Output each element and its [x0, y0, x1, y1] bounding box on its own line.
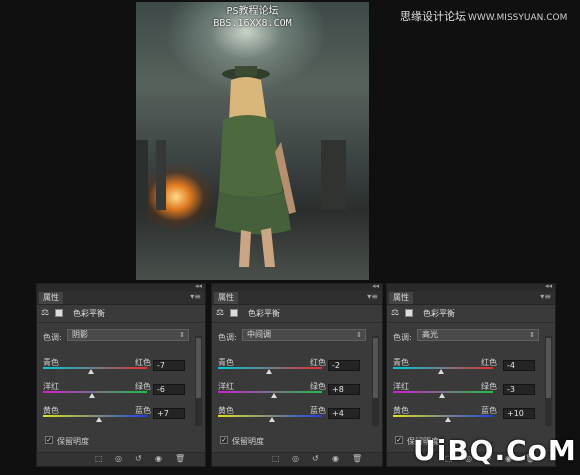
properties-panel-shadows: ◂◂ 属性 ▾≡ ⚖ 色彩平衡 色调: 阴影 ⇕ 青色 红色 -7 洋红 绿色 …	[36, 282, 206, 467]
chevron-updown-icon: ⇕	[179, 331, 185, 339]
properties-panel-midtones: ◂◂ 属性 ▾≡ ⚖ 色彩平衡 色调: 中间调 ⇕ 青色 红色 -2 洋红 绿色…	[211, 282, 383, 467]
collapse-icon[interactable]: ◂◂	[195, 282, 202, 290]
collapse-icon[interactable]: ◂◂	[545, 282, 552, 290]
tone-select[interactable]: 中间调 ⇕	[242, 329, 366, 341]
view-previous-icon[interactable]: ◎	[115, 454, 122, 463]
collapse-icon[interactable]: ◂◂	[372, 282, 379, 290]
tone-select-value: 阴影	[72, 330, 88, 339]
scrollbar-thumb[interactable]	[196, 338, 201, 398]
top-watermark-text: 思缘设计论坛	[400, 10, 466, 23]
slider-handle[interactable]	[269, 417, 276, 422]
scrollbar-thumb[interactable]	[546, 338, 551, 398]
artwork-watermark-line1: PS教程论坛	[226, 6, 279, 17]
preserve-luminosity-label: 保留明度	[232, 437, 264, 446]
preserve-luminosity-checkbox[interactable]: ✓	[395, 436, 403, 444]
slider-handle[interactable]	[438, 393, 445, 398]
scrollbar[interactable]	[372, 336, 379, 426]
balance-scale-icon: ⚖	[216, 308, 225, 318]
balance-scale-icon: ⚖	[41, 308, 50, 318]
slider-handle[interactable]	[88, 393, 95, 398]
slider-handle[interactable]	[445, 417, 451, 422]
top-watermark: 思缘设计论坛 WWW.MISSYUAN.COM	[400, 8, 567, 24]
value-input[interactable]: +4	[328, 408, 360, 419]
value-input[interactable]: -3	[503, 384, 535, 395]
clip-to-layer-icon[interactable]: ⬚	[95, 454, 103, 463]
artwork-image: PS教程论坛 BBS.16XX8.COM	[136, 2, 369, 280]
slider-handle[interactable]	[271, 393, 278, 398]
panel-title: 色彩平衡	[423, 309, 455, 318]
mask-icon[interactable]	[55, 309, 63, 317]
tab-properties[interactable]: 属性	[39, 292, 63, 304]
mask-icon[interactable]	[405, 309, 413, 317]
visibility-eye-icon[interactable]: ◉	[155, 454, 162, 463]
value-input[interactable]: -2	[328, 360, 360, 371]
panel-footer: ⬚ ◎ ↺ ◉ 🗑	[37, 452, 205, 466]
panel-title: 色彩平衡	[248, 309, 280, 318]
panel-title: 色彩平衡	[73, 309, 105, 318]
trash-icon[interactable]: 🗑	[352, 454, 362, 463]
tone-label: 色调:	[43, 333, 62, 342]
panel-chrome: ◂◂	[37, 282, 205, 291]
panel-menu-icon[interactable]: ▾≡	[190, 292, 201, 301]
value-input[interactable]: +8	[328, 384, 360, 395]
panel-chrome: ◂◂	[387, 282, 555, 291]
tone-select-value: 中间调	[247, 330, 271, 339]
chevron-updown-icon: ⇕	[529, 331, 535, 339]
balance-scale-icon: ⚖	[391, 308, 400, 318]
slider-handle[interactable]	[95, 417, 102, 422]
clip-to-layer-icon[interactable]: ⬚	[272, 454, 280, 463]
value-input[interactable]: +7	[153, 408, 185, 419]
panel-tabbar: 属性 ▾≡	[37, 291, 205, 305]
tone-select-value: 高光	[422, 330, 438, 339]
soldier-figure	[215, 66, 296, 267]
panel-footer: ⬚ ◎ ↺ ◉ 🗑	[212, 452, 382, 466]
artwork-watermark-line2: BBS.16XX8.COM	[213, 18, 292, 29]
tone-select[interactable]: 高光 ⇕	[417, 329, 539, 341]
preserve-luminosity-checkbox[interactable]: ✓	[220, 436, 228, 444]
reset-icon[interactable]: ↺	[312, 454, 319, 463]
tab-properties[interactable]: 属性	[214, 292, 238, 304]
panel-tabbar: 属性 ▾≡	[212, 291, 382, 305]
top-watermark-url: WWW.MISSYUAN.COM	[468, 13, 568, 23]
mask-icon[interactable]	[230, 309, 238, 317]
preserve-luminosity-label: 保留明度	[57, 437, 89, 446]
tone-label: 色调:	[218, 333, 237, 342]
slider-track[interactable]	[393, 415, 493, 417]
slider-handle[interactable]	[265, 369, 272, 374]
slider-track[interactable]	[43, 367, 147, 369]
tab-properties[interactable]: 属性	[389, 292, 413, 304]
tone-label: 色调:	[393, 333, 412, 342]
chevron-updown-icon: ⇕	[356, 331, 362, 339]
preserve-luminosity-checkbox[interactable]: ✓	[45, 436, 53, 444]
trash-icon[interactable]: 🗑	[175, 454, 185, 463]
slider-track[interactable]	[218, 391, 322, 393]
panel-header: ⚖ 色彩平衡	[37, 305, 205, 323]
panel-menu-icon[interactable]: ▾≡	[540, 292, 551, 301]
tone-select[interactable]: 阴影 ⇕	[67, 329, 189, 341]
view-previous-icon[interactable]: ◎	[292, 454, 299, 463]
visibility-eye-icon[interactable]: ◉	[332, 454, 339, 463]
slider-handle[interactable]	[88, 369, 95, 374]
scrollbar-thumb[interactable]	[373, 338, 378, 398]
scrollbar[interactable]	[545, 336, 552, 426]
value-input[interactable]: +10	[503, 408, 535, 419]
value-input[interactable]: -6	[153, 384, 185, 395]
panel-header: ⚖ 色彩平衡	[212, 305, 382, 323]
panel-tabbar: 属性 ▾≡	[387, 291, 555, 305]
panel-chrome: ◂◂	[212, 282, 382, 291]
panel-menu-icon[interactable]: ▾≡	[367, 292, 378, 301]
slider-handle[interactable]	[438, 369, 444, 374]
value-input[interactable]: -7	[153, 360, 185, 371]
panel-header: ⚖ 色彩平衡	[387, 305, 555, 323]
scrollbar[interactable]	[195, 336, 202, 426]
artwork-watermark: PS教程论坛 BBS.16XX8.COM	[136, 6, 369, 30]
reset-icon[interactable]: ↺	[135, 454, 142, 463]
bottom-watermark: UiBQ.CoM	[413, 434, 577, 467]
value-input[interactable]: -4	[503, 360, 535, 371]
slider-track[interactable]	[43, 391, 147, 393]
